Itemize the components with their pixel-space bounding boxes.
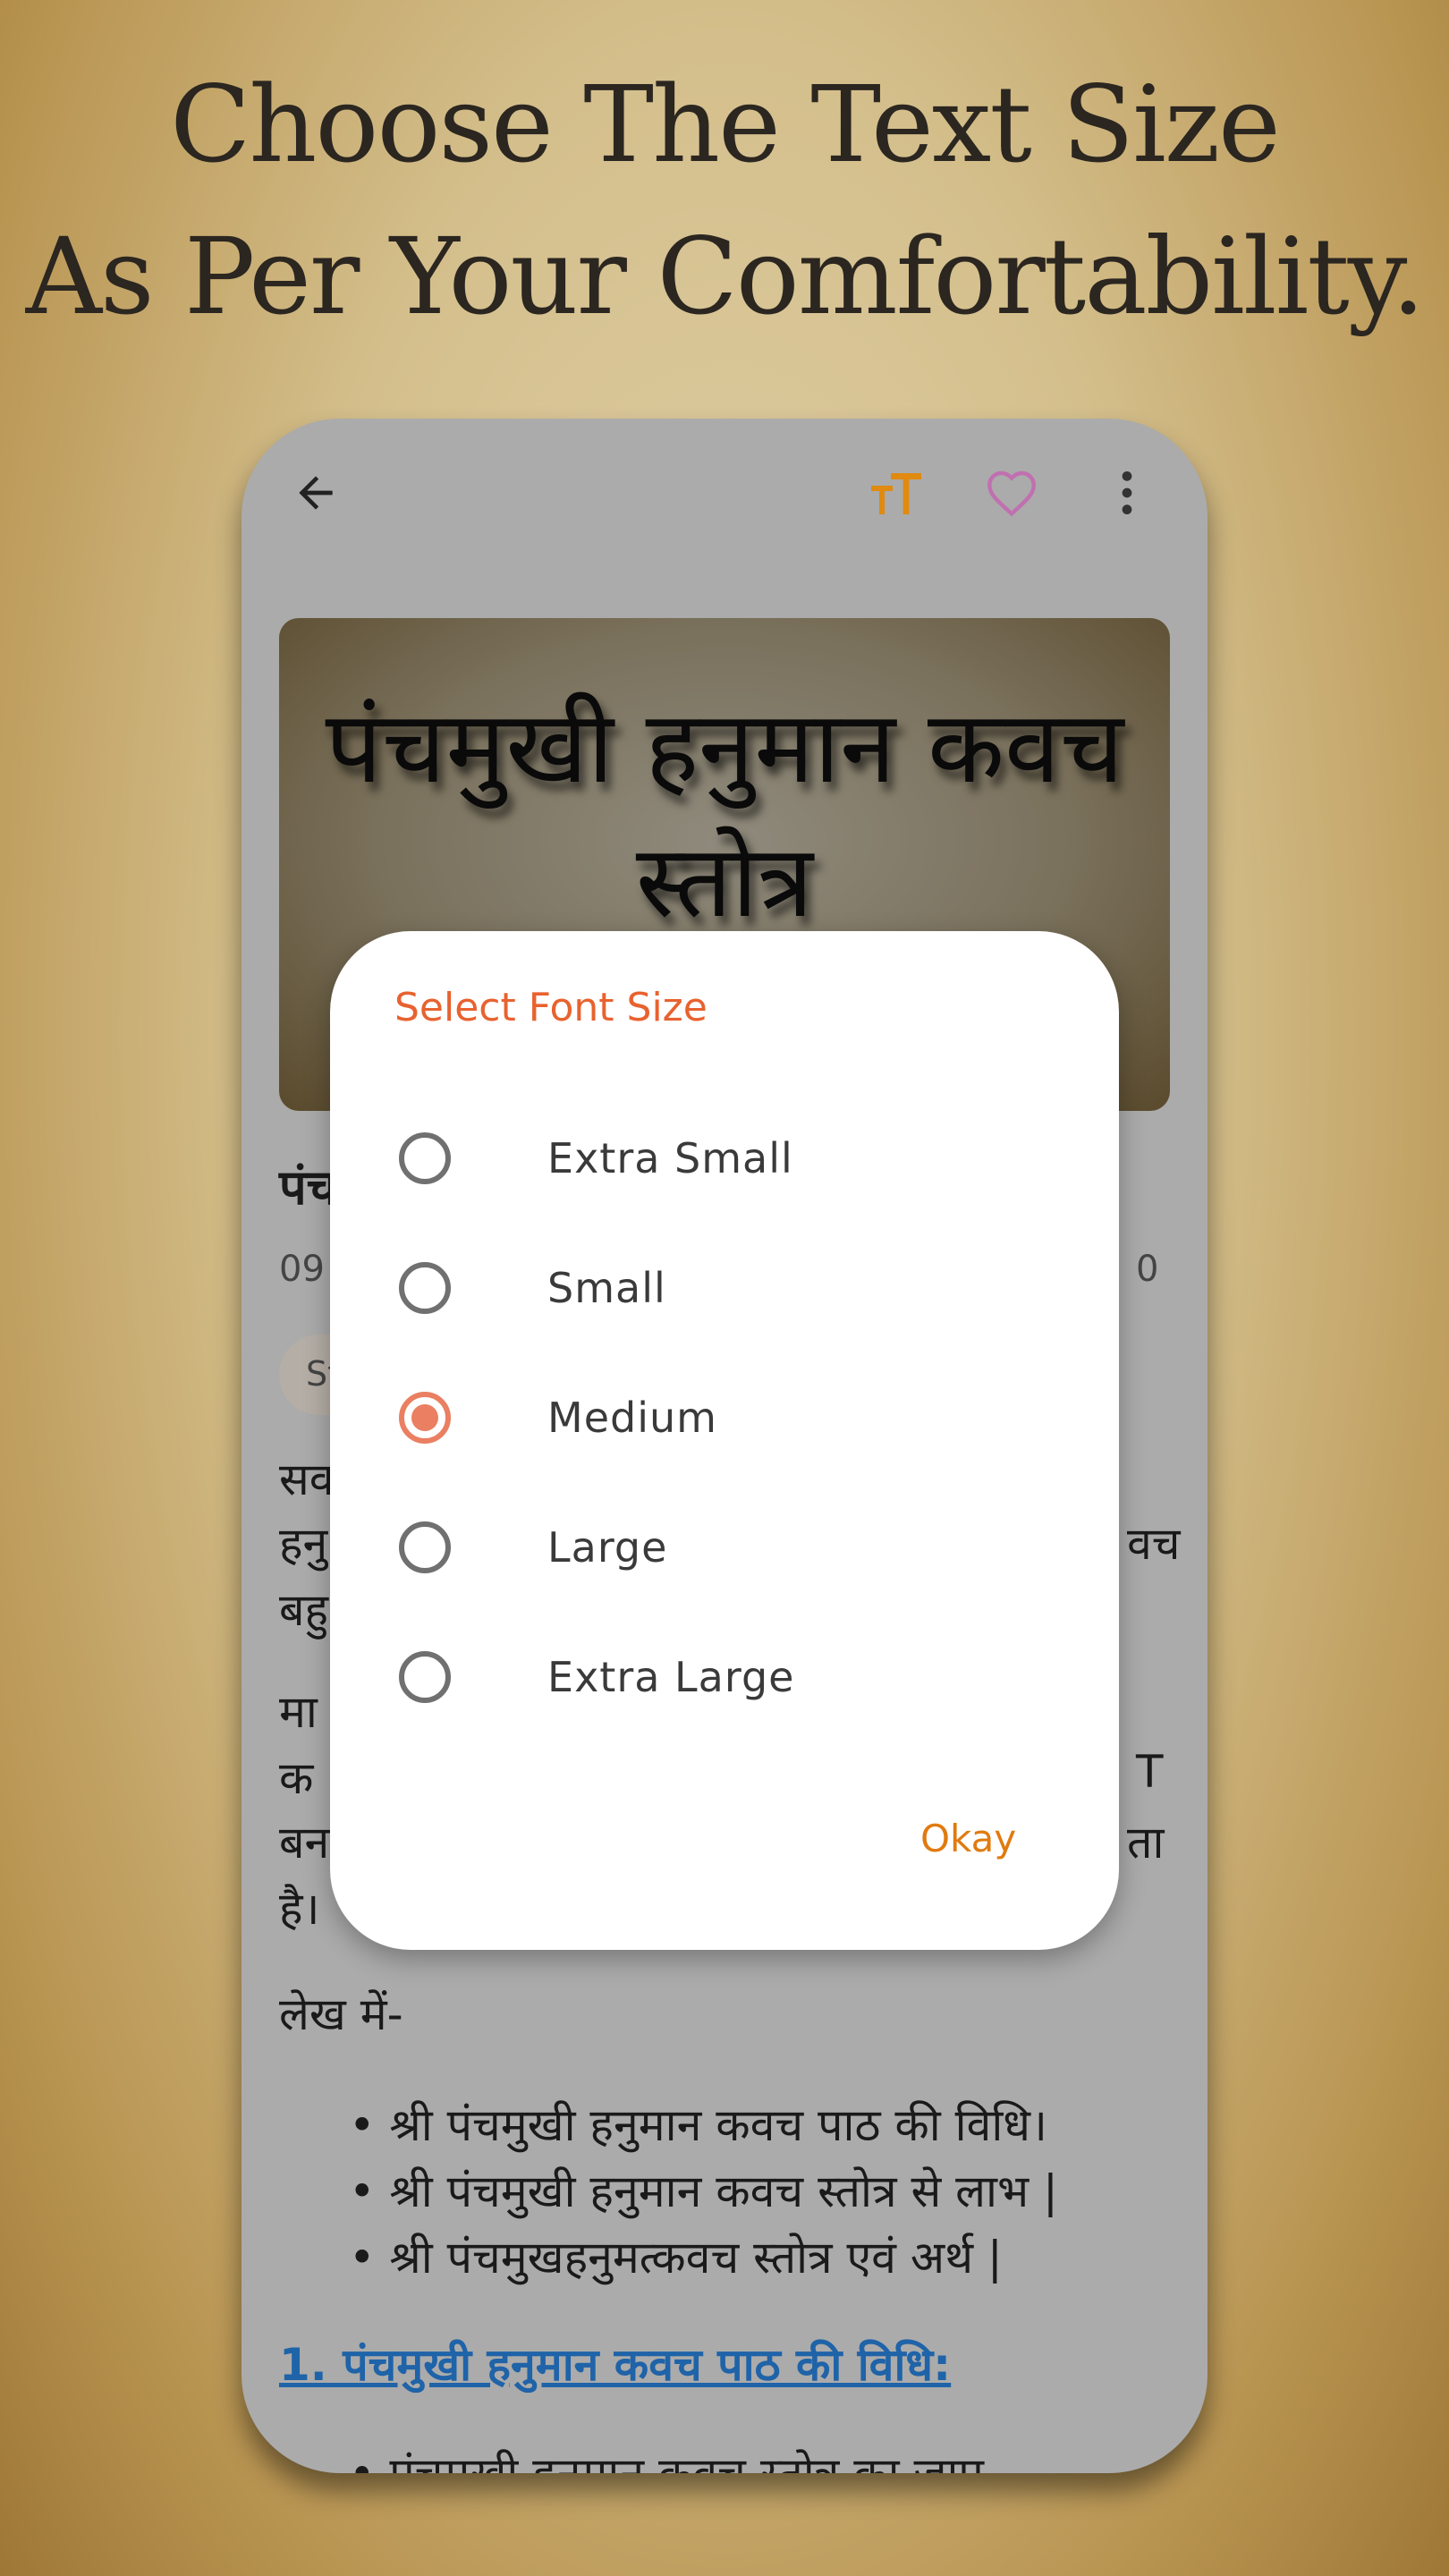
text-size-button[interactable]: [868, 466, 925, 520]
okay-button[interactable]: Okay: [920, 1817, 1016, 1860]
option-label: Large: [547, 1523, 668, 1572]
heart-outline-icon: [987, 470, 1036, 517]
bullet-item: • पंचमुखी हनुमान कवच स्तोत्र का जाप: [349, 2442, 984, 2473]
para-fragment: हनु: [279, 1518, 328, 1570]
favorite-button[interactable]: [982, 463, 1041, 522]
back-button[interactable]: [289, 466, 343, 520]
option-label: Medium: [547, 1394, 717, 1442]
section-heading-link[interactable]: 1. पंचमुखी हनुमान कवच पाठ की विधि:: [279, 2333, 951, 2394]
bullet-item: • श्री पंचमुखी हनुमान कवच पाठ की विधि।: [349, 2099, 1048, 2151]
headline-line1: Choose The Text Size: [170, 63, 1281, 186]
article-date: 09: [279, 1249, 325, 1290]
option-large[interactable]: Large: [384, 1498, 1063, 1597]
para-fragment: बहु: [279, 1584, 329, 1636]
more-vertical-icon: [1122, 470, 1132, 515]
option-extra-small[interactable]: Extra Small: [384, 1109, 1063, 1208]
bullet-text: श्री पंचमुखहनुमत्कवच स्तोत्र एवं अर्थ |: [389, 2232, 1003, 2284]
radio-button[interactable]: [399, 1132, 451, 1184]
para-fragment: मा: [279, 1686, 318, 1738]
option-label: Extra Large: [547, 1653, 795, 1701]
radio-button[interactable]: [399, 1521, 451, 1573]
para-fragment: बन: [279, 1817, 330, 1868]
font-size-dialog: Select Font Size Extra Small Small Mediu…: [330, 931, 1119, 1950]
option-label: Small: [547, 1264, 666, 1312]
article-meta-right: 0: [1136, 1249, 1159, 1290]
para-fragment: वच: [1127, 1518, 1181, 1570]
bullet-text: पंचमुखी हनुमान कवच स्तोत्र का जाप: [389, 2448, 984, 2473]
para-fragment: है।: [279, 1883, 320, 1935]
more-options-button[interactable]: [1100, 466, 1154, 520]
para-fragment: सव: [279, 1453, 335, 1505]
para-fragment: T: [1136, 1746, 1164, 1798]
dialog-title: Select Font Size: [394, 985, 708, 1030]
headline-line2: As Per Your Comfortability.: [25, 215, 1426, 338]
para-fragment: क: [279, 1752, 314, 1804]
option-extra-large[interactable]: Extra Large: [384, 1628, 1063, 1726]
text-size-icon: [871, 473, 921, 514]
bullet-text: श्री पंचमुखी हनुमान कवच पाठ की विधि।: [389, 2099, 1048, 2151]
bullet-text: श्री पंचमुखी हनुमान कवच स्तोत्र से लाभ |: [389, 2165, 1058, 2217]
bullet-item: • श्री पंचमुखी हनुमान कवच स्तोत्र से लाभ…: [349, 2165, 1058, 2217]
option-small[interactable]: Small: [384, 1239, 1063, 1337]
option-medium[interactable]: Medium: [384, 1368, 1063, 1467]
intro-text: लेख में-: [279, 1988, 403, 2040]
para-fragment: ता: [1127, 1817, 1165, 1868]
banner-title: पंचमुखी हनुमान कवच स्तोत्र: [325, 690, 1124, 940]
article-title: पंच: [279, 1159, 337, 1216]
arrow-left-icon: [299, 476, 333, 510]
radio-button[interactable]: [399, 1651, 451, 1703]
radio-button-selected[interactable]: [399, 1392, 451, 1444]
option-label: Extra Small: [547, 1134, 793, 1182]
bullet-item: • श्री पंचमुखहनुमत्कवच स्तोत्र एवं अर्थ …: [349, 2232, 1003, 2284]
radio-button[interactable]: [399, 1262, 451, 1314]
